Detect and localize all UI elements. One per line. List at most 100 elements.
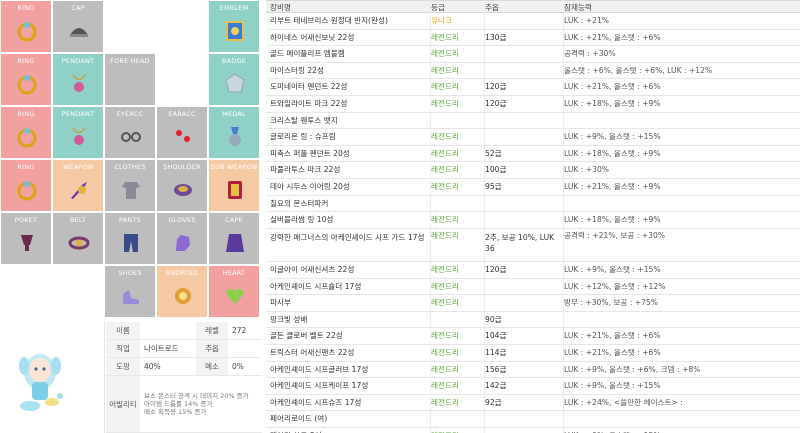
equipment-slot[interactable]: RING	[0, 159, 52, 212]
item-grade: 레전드리	[431, 182, 459, 191]
weapon-icon[interactable]	[67, 178, 91, 202]
table-header: 장비명 등급 추옵 잠재능력	[266, 0, 800, 13]
item-potential: LUK : +21%	[564, 16, 610, 25]
table-row[interactable]: 아케인셰이드 시프케이프 17성 레전드리 142급 LUK : +9%, 올스탯 :…	[266, 378, 800, 395]
equipment-slot[interactable]: RING	[0, 106, 52, 159]
equipment-slot[interactable]: ANDROID	[156, 265, 208, 318]
table-row[interactable]: 트와일라이트 마크 22성 레전드리 120급 LUK : +18%, 올스탯 : +…	[266, 96, 800, 113]
table-row[interactable]: 트릭스터 어새신팬츠 22성 레전드리 114급 LUK : +21%, 올스탯 : …	[266, 345, 800, 362]
table-row[interactable]: 도미네이터 펜던트 22성 레전드리 120급 LUK : +21%, 올스탯 : +…	[266, 79, 800, 96]
ring-icon[interactable]	[15, 125, 39, 149]
pocket-icon[interactable]	[15, 231, 39, 255]
equipment-slot[interactable]: MEDAL	[208, 106, 260, 159]
table-row[interactable]: 핑크빛 성배 90급	[266, 312, 800, 329]
equipment-slot[interactable]: RING	[0, 0, 52, 53]
item-grade: 레전드리	[431, 281, 459, 291]
item-name: 피축스 퍼플 펜던트 20성	[270, 148, 350, 158]
table-row[interactable]: 칠요의 몬스터파커	[266, 196, 800, 213]
item-potential: 방무 : +30%, 보공 : +75%	[564, 298, 659, 308]
ring-icon[interactable]	[15, 19, 39, 43]
equipment-slot[interactable]: PENDANT	[52, 53, 104, 106]
pendant-icon[interactable]	[67, 125, 91, 149]
table-row[interactable]: 리부트 테네브리스 원정대 반지(완성) 유니크 LUK : +21%	[266, 13, 800, 30]
table-row[interactable]: 마이스터링 22성 레전드리 올스탯 : +6%, 올스탯 : +6%, LUK :…	[266, 63, 800, 80]
slot-label: BADGE	[221, 57, 247, 65]
shoulder-icon[interactable]	[171, 178, 195, 202]
equipment-slot[interactable]: CAPE	[208, 212, 260, 265]
table-row[interactable]: 파풀라투스 마크 22성 레전드리 100급 LUK : +30%	[266, 162, 800, 179]
slot-label: EMBLEM	[219, 4, 249, 12]
table-row[interactable]: 페어리 하트 8성레전드리 LUK : +9%, 올스탯 : +15%	[266, 428, 800, 433]
equipment-slot[interactable]: EARACC	[156, 106, 208, 159]
table-row[interactable]: 하이네스 어새신보닛 22성 레전드리 130급 LUK : +21%, 올스탯 : …	[266, 30, 800, 47]
slot-label: MEDAL	[222, 110, 246, 118]
emblem-icon[interactable]	[223, 19, 247, 43]
item-bonus: 100급	[485, 165, 507, 175]
table-row[interactable]: 글로리온 링 : 슈프림 레전드리 LUK : +9%, 올스탯 : +15%	[266, 129, 800, 146]
item-name: 리부트 테네브리스 원정대 반지(완성)	[270, 16, 388, 25]
gloves-icon[interactable]	[171, 231, 195, 255]
equipment-slot[interactable]: SHOES	[104, 265, 156, 318]
table-row[interactable]: 페어리로이드 (여)	[266, 411, 800, 428]
cap-icon[interactable]	[67, 19, 91, 43]
table-row[interactable]: 피축스 퍼플 펜던트 20성 레전드리 52급 LUK : +18%, 올스탯 : +…	[266, 146, 800, 163]
pants-icon[interactable]	[119, 231, 143, 255]
slot-label: SUB WEAPON	[210, 163, 258, 171]
equipment-slot[interactable]: POKET	[0, 212, 52, 265]
badge-icon[interactable]	[223, 72, 247, 96]
equipment-slot[interactable]: RING	[0, 53, 52, 106]
item-grade: 레전드리	[431, 49, 459, 59]
equipment-slot[interactable]: EYEACC	[104, 106, 156, 159]
medal-icon[interactable]	[223, 125, 247, 149]
item-grade: 레전드리	[431, 298, 459, 308]
table-row[interactable]: 강력한 매그너스의 아케인셰이드 시프 가드 17성 레전드리 2추, 보공 10%…	[266, 229, 800, 262]
item-potential: LUK : +21%, 올스탯 : +6%	[564, 331, 661, 341]
equipment-slot[interactable]: SUB WEAPON	[208, 159, 260, 212]
equipment-slot[interactable]: CAP	[52, 0, 104, 53]
equipment-slot[interactable]: PANTS	[104, 212, 156, 265]
item-bonus: 114급	[485, 348, 507, 357]
item-name: 아케인셰이드 시프글러브 17성	[270, 364, 369, 374]
table-row[interactable]: 데아 시두스 이어링 20성 레전드리 95급 LUK : +21%, 올스탯 : +…	[266, 179, 800, 196]
equipment-slot[interactable]: GLOVES	[156, 212, 208, 265]
table-row[interactable]: 파사부 레전드리 방무 : +30%, 보공 : +75%	[266, 295, 800, 312]
equipment-slot[interactable]: WEAPON	[52, 159, 104, 212]
heart-icon[interactable]	[223, 284, 247, 308]
eyeacc-icon[interactable]	[119, 125, 143, 149]
equipment-slot[interactable]: HEART	[208, 265, 260, 318]
ring-icon[interactable]	[15, 72, 39, 96]
item-name: 핑크빛 성배	[270, 314, 308, 324]
table-row[interactable]: 아케인셰이드 시프슈즈 17성 레전드리 92급 LUK : +24%, <쓸만한 헤…	[266, 395, 800, 412]
item-grade: 레전드리	[431, 331, 459, 341]
slot-label: FORE HEAD	[110, 57, 150, 65]
table-row[interactable]: 실버블라썸 링 10성 레전드리 LUK : +18%, 올스탯 : +9%	[266, 212, 800, 229]
table-row[interactable]: 아케인셰이드 시프글러브 17성 레전드리 156급 LUK : +9%, 올스탯 :…	[266, 362, 800, 379]
table-row[interactable]: 크리스탈 웬투스 뱃지	[266, 113, 800, 130]
item-grade: 레전드리	[431, 99, 459, 108]
equipment-slot[interactable]: CLOTHES	[104, 159, 156, 212]
equipment-slot[interactable]: BELT	[52, 212, 104, 265]
shoes-icon[interactable]	[119, 284, 143, 308]
item-name: 페어리 하트 8성	[270, 428, 430, 433]
ring-icon[interactable]	[15, 178, 39, 202]
item-potential: LUK : +9%, 올스탯 : +6%, 크뎀 : +8%	[564, 364, 701, 374]
item-bonus: 52급	[485, 148, 502, 158]
earacc-icon[interactable]	[171, 125, 195, 149]
table-row[interactable]: 골든 클로버 벨트 22성 레전드리 104급 LUK : +21%, 올스탯 : +…	[266, 328, 800, 345]
slot-label: RING	[17, 4, 35, 12]
belt-icon[interactable]	[67, 231, 91, 255]
equipment-slot[interactable]: EMBLEM	[208, 0, 260, 53]
cape-icon[interactable]	[223, 231, 247, 255]
table-row[interactable]: 이글아이 어새신셔츠 22성 레전드리 120급 LUK : +9%, 올스탯 : +…	[266, 262, 800, 279]
subweapon-icon[interactable]	[223, 178, 247, 202]
pendant-icon[interactable]	[67, 72, 91, 96]
android-icon[interactable]	[171, 284, 195, 308]
clothes-icon[interactable]	[119, 178, 143, 202]
table-row[interactable]: 아케인셰이드 시프숄더 17성 레전드리 LUK : +12%, 올스탯 : +12…	[266, 279, 800, 296]
equipment-slot[interactable]: PENDANT	[52, 106, 104, 159]
table-row[interactable]: 골드 메이플리프 엠블렘 레전드리 공격력 : +30%	[266, 46, 800, 63]
equipment-slot[interactable]: SHOULDER	[156, 159, 208, 212]
equipment-slot[interactable]: BADGE	[208, 53, 260, 106]
item-grade: 레전드리	[431, 148, 459, 158]
slot-label: HEART	[222, 269, 246, 277]
